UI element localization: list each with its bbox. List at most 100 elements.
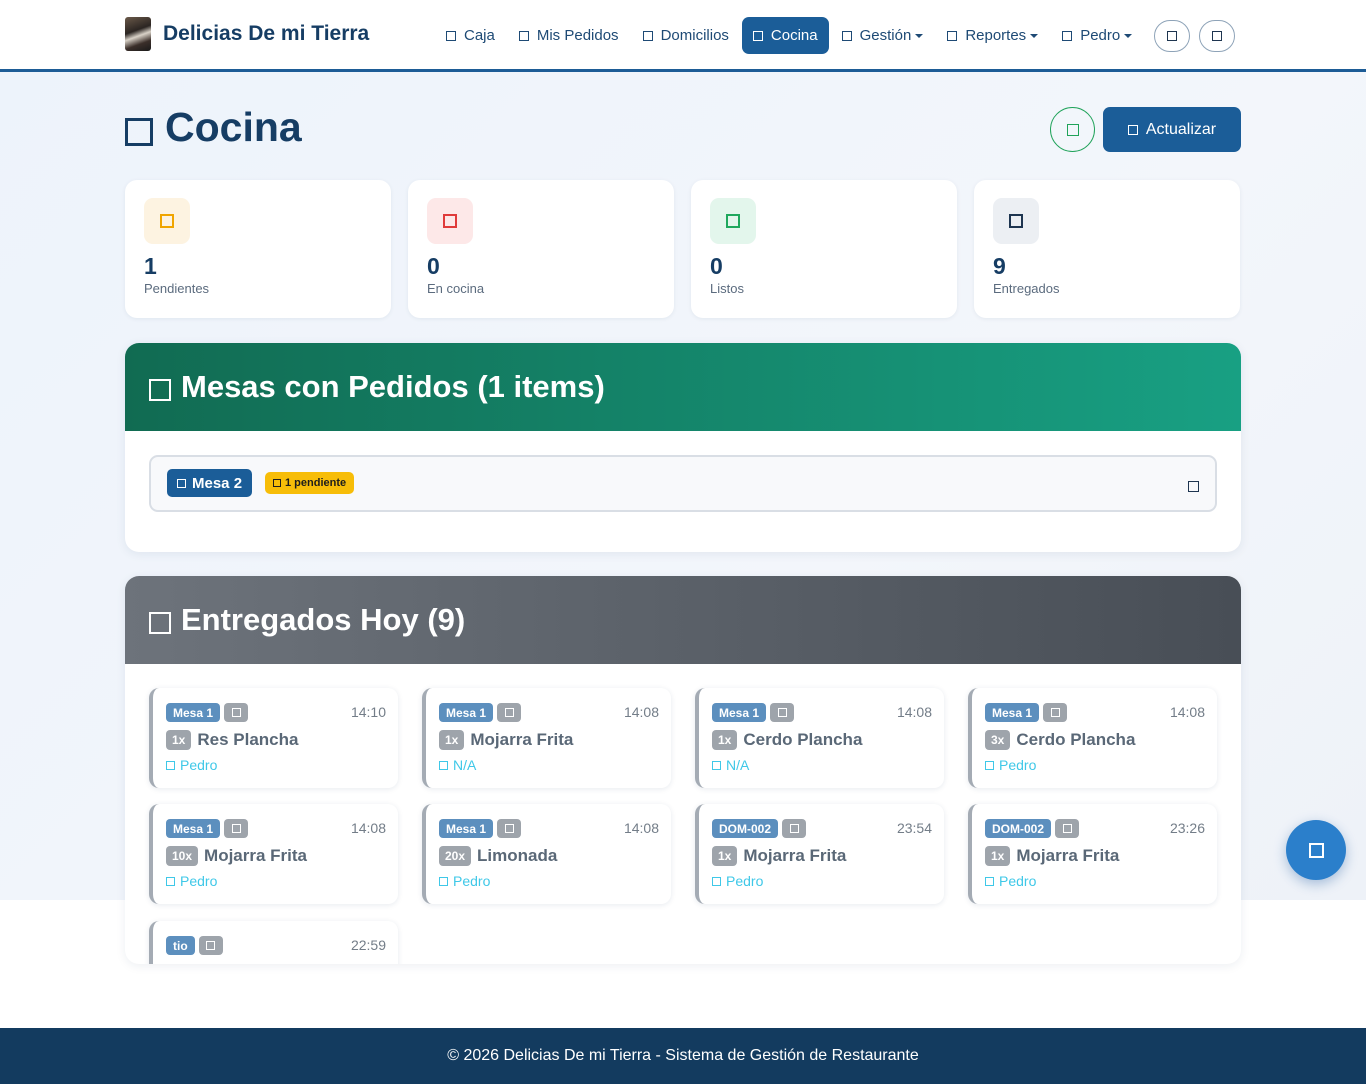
nav-label: Mis Pedidos bbox=[536, 27, 619, 44]
quantity-badge: 1x bbox=[712, 730, 738, 750]
page-header: Cocina bbox=[125, 104, 302, 151]
stat-label: Entregados bbox=[993, 281, 1060, 296]
delivered-time: 23:54 bbox=[896, 820, 932, 836]
sound-toggle-button[interactable] bbox=[1050, 107, 1095, 152]
stat-card-pendientes: 1 Pendientes bbox=[125, 180, 391, 318]
mesas-section-header: Mesas con Pedidos (1 items) bbox=[125, 343, 1241, 431]
footer-text: © 2026 Delicias De mi Tierra - Sistema d… bbox=[447, 1047, 919, 1064]
delivered-item-card[interactable]: Mesa 1 14:08 1x Mojarra Frita N/A bbox=[422, 688, 671, 788]
chevron-down-icon[interactable] bbox=[1188, 479, 1199, 497]
refresh-button[interactable]: Actualizar bbox=[1103, 107, 1241, 152]
nav-item-reportes[interactable]: Reportes bbox=[936, 17, 1049, 54]
delivered-item-card[interactable]: Mesa 1 14:08 10x Mojarra Frita Pedro bbox=[149, 804, 398, 904]
delivered-item-card[interactable]: tio 22:59 bbox=[149, 921, 398, 964]
brand-logo bbox=[125, 17, 151, 51]
undo-icon[interactable] bbox=[1043, 703, 1068, 722]
user-icon bbox=[712, 876, 721, 886]
delivered-item-line: 20x Limonada bbox=[439, 846, 557, 866]
delivered-item-header: Mesa 1 bbox=[166, 703, 249, 722]
quantity-badge: 1x bbox=[712, 846, 738, 866]
nav-item-caja[interactable]: Caja bbox=[435, 17, 506, 54]
waiter-name: Pedro bbox=[999, 873, 1037, 889]
delivered-item-line: 10x Mojarra Frita bbox=[166, 846, 307, 866]
stat-label: Pendientes bbox=[144, 281, 210, 296]
delivered-item-header: Mesa 1 bbox=[166, 819, 249, 838]
undo-icon[interactable] bbox=[782, 819, 807, 838]
stat-value: 9 bbox=[993, 253, 1006, 279]
delivered-item-header: DOM-002 bbox=[712, 819, 807, 838]
nav-label: Pedro bbox=[1080, 27, 1121, 44]
theme-toggle-button[interactable] bbox=[1154, 19, 1191, 52]
undo-icon[interactable] bbox=[198, 936, 223, 955]
undo-icon[interactable] bbox=[224, 703, 249, 722]
delivered-item-card[interactable]: DOM-002 23:26 1x Mojarra Frita Pedro bbox=[968, 804, 1217, 904]
delivered-item-card[interactable]: DOM-002 23:54 1x Mojarra Frita Pedro bbox=[695, 804, 944, 904]
undo-icon[interactable] bbox=[497, 819, 522, 838]
clock-icon bbox=[273, 479, 281, 487]
dish-name: Limonada bbox=[477, 846, 558, 865]
quantity-badge: 1x bbox=[166, 730, 192, 750]
page-title: Cocina bbox=[165, 104, 302, 150]
arrow-up-icon bbox=[1308, 842, 1324, 858]
undo-icon[interactable] bbox=[770, 703, 795, 722]
stat-card-en-cocina: 0 En cocina bbox=[408, 180, 674, 318]
order-tag: tio bbox=[166, 936, 195, 955]
order-tag: Mesa 1 bbox=[166, 703, 221, 722]
check-icon bbox=[710, 198, 756, 244]
delivered-item-card[interactable]: Mesa 1 14:08 1x Cerdo Plancha N/A bbox=[695, 688, 944, 788]
entregados-section: Entregados Hoy (9) Mesa 1 14:10 1x Res Plan… bbox=[125, 576, 1241, 964]
waiter-name: Pedro bbox=[999, 757, 1037, 773]
mesa-name: Mesa 2 bbox=[192, 474, 243, 492]
status-text: 1 pendiente bbox=[285, 477, 347, 489]
refresh-icon bbox=[1127, 124, 1138, 135]
delivered-time: 14:08 bbox=[896, 704, 932, 720]
order-tag: Mesa 1 bbox=[439, 819, 494, 838]
delivered-item-card[interactable]: Mesa 1 14:10 1x Res Plancha Pedro bbox=[149, 688, 398, 788]
undo-icon[interactable] bbox=[497, 703, 522, 722]
waiter-name: Pedro bbox=[180, 873, 218, 889]
waiter-line: N/A bbox=[712, 757, 749, 773]
dish-name: Cerdo Plancha bbox=[1016, 730, 1136, 749]
expand-icon bbox=[1212, 30, 1223, 41]
delivered-item-card[interactable]: Mesa 1 14:08 3x Cerdo Plancha Pedro bbox=[968, 688, 1217, 788]
nav-item-cocina[interactable]: Cocina bbox=[741, 17, 829, 54]
quantity-badge: 10x bbox=[166, 846, 199, 866]
delivered-item-line: 1x Mojarra Frita bbox=[985, 846, 1119, 866]
order-tag: Mesa 1 bbox=[439, 703, 494, 722]
status-badge: 1 pendiente bbox=[265, 472, 355, 494]
top-navbar: Delicias De mi Tierra Caja Mis Pedidos D… bbox=[0, 0, 1366, 72]
delivered-time: 14:08 bbox=[623, 704, 659, 720]
stat-value: 1 bbox=[144, 253, 157, 279]
fullscreen-button[interactable] bbox=[1199, 19, 1236, 52]
mesa-row[interactable]: Mesa 2 1 pendiente bbox=[149, 455, 1217, 512]
delivered-item-header: DOM-002 bbox=[985, 819, 1080, 838]
order-tag: DOM-002 bbox=[712, 819, 779, 838]
nav-item-mis-pedidos[interactable]: Mis Pedidos bbox=[508, 17, 630, 54]
nav-item-gestion[interactable]: Gestión bbox=[831, 17, 935, 54]
nav-item-user-menu[interactable]: Pedro bbox=[1051, 17, 1143, 54]
waiter-line: Pedro bbox=[712, 873, 763, 889]
delivered-item-header: tio bbox=[166, 936, 223, 955]
quantity-badge: 1x bbox=[985, 846, 1011, 866]
undo-icon[interactable] bbox=[1055, 819, 1080, 838]
delivered-item-header: Mesa 1 bbox=[439, 819, 522, 838]
delivered-item-card[interactable]: Mesa 1 14:08 20x Limonada Pedro bbox=[422, 804, 671, 904]
user-icon bbox=[1062, 30, 1073, 41]
waiter-line: Pedro bbox=[166, 873, 217, 889]
mesas-section: Mesas con Pedidos (1 items) Mesa 2 1 pen… bbox=[125, 343, 1241, 552]
delivered-item-line: 1x Mojarra Frita bbox=[712, 846, 846, 866]
delivered-time: 14:08 bbox=[1169, 704, 1205, 720]
clock-icon bbox=[144, 198, 190, 244]
delivered-icon bbox=[993, 198, 1039, 244]
user-icon bbox=[439, 760, 448, 770]
brand[interactable]: Delicias De mi Tierra bbox=[125, 17, 369, 51]
mesa-badge: Mesa 2 bbox=[167, 469, 253, 497]
order-tag: DOM-002 bbox=[985, 819, 1052, 838]
nav-item-domicilios[interactable]: Domicilios bbox=[632, 17, 740, 54]
stat-label: Listos bbox=[710, 281, 744, 296]
settings-icon bbox=[841, 30, 852, 41]
user-icon bbox=[712, 760, 721, 770]
scroll-top-button[interactable] bbox=[1286, 820, 1346, 880]
undo-icon[interactable] bbox=[224, 819, 249, 838]
check-double-icon bbox=[149, 612, 171, 634]
